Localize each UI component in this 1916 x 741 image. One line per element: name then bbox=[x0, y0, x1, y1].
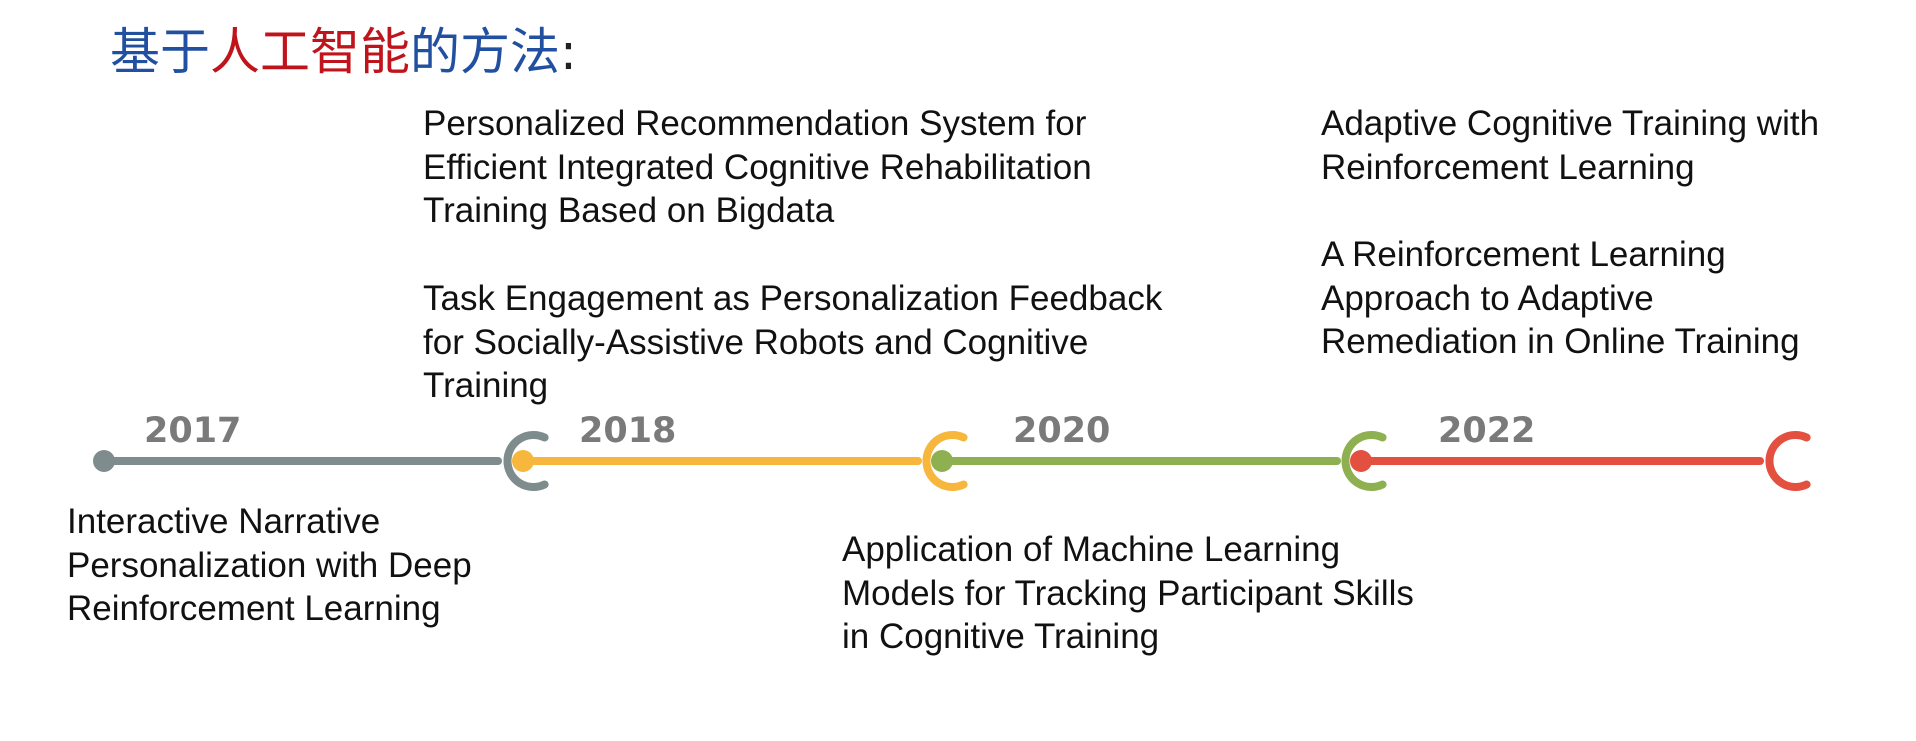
timeline-start-dot bbox=[93, 450, 115, 472]
year-label-2017: 2017 bbox=[144, 411, 242, 451]
paper-2020-ml: Application of Machine Learning Models f… bbox=[842, 530, 1414, 656]
year-label-2018: 2018 bbox=[579, 411, 677, 451]
paper-2022-remediation: A Reinforcement Learning Approach to Ada… bbox=[1321, 235, 1800, 361]
paper-2018-recommendation: Personalized Recommendation System for E… bbox=[423, 104, 1092, 230]
timeline-end-node bbox=[1765, 431, 1811, 491]
paper-2017-narrative: Interactive Narrative Personalization wi… bbox=[67, 502, 472, 628]
year-label-2022: 2022 bbox=[1438, 411, 1536, 451]
paper-2018-engagement: Task Engagement as Personalization Feedb… bbox=[423, 279, 1163, 405]
year-label-2020: 2020 bbox=[1013, 411, 1111, 451]
paper-2022-adaptive: Adaptive Cognitive Training with Reinfor… bbox=[1321, 104, 1820, 187]
